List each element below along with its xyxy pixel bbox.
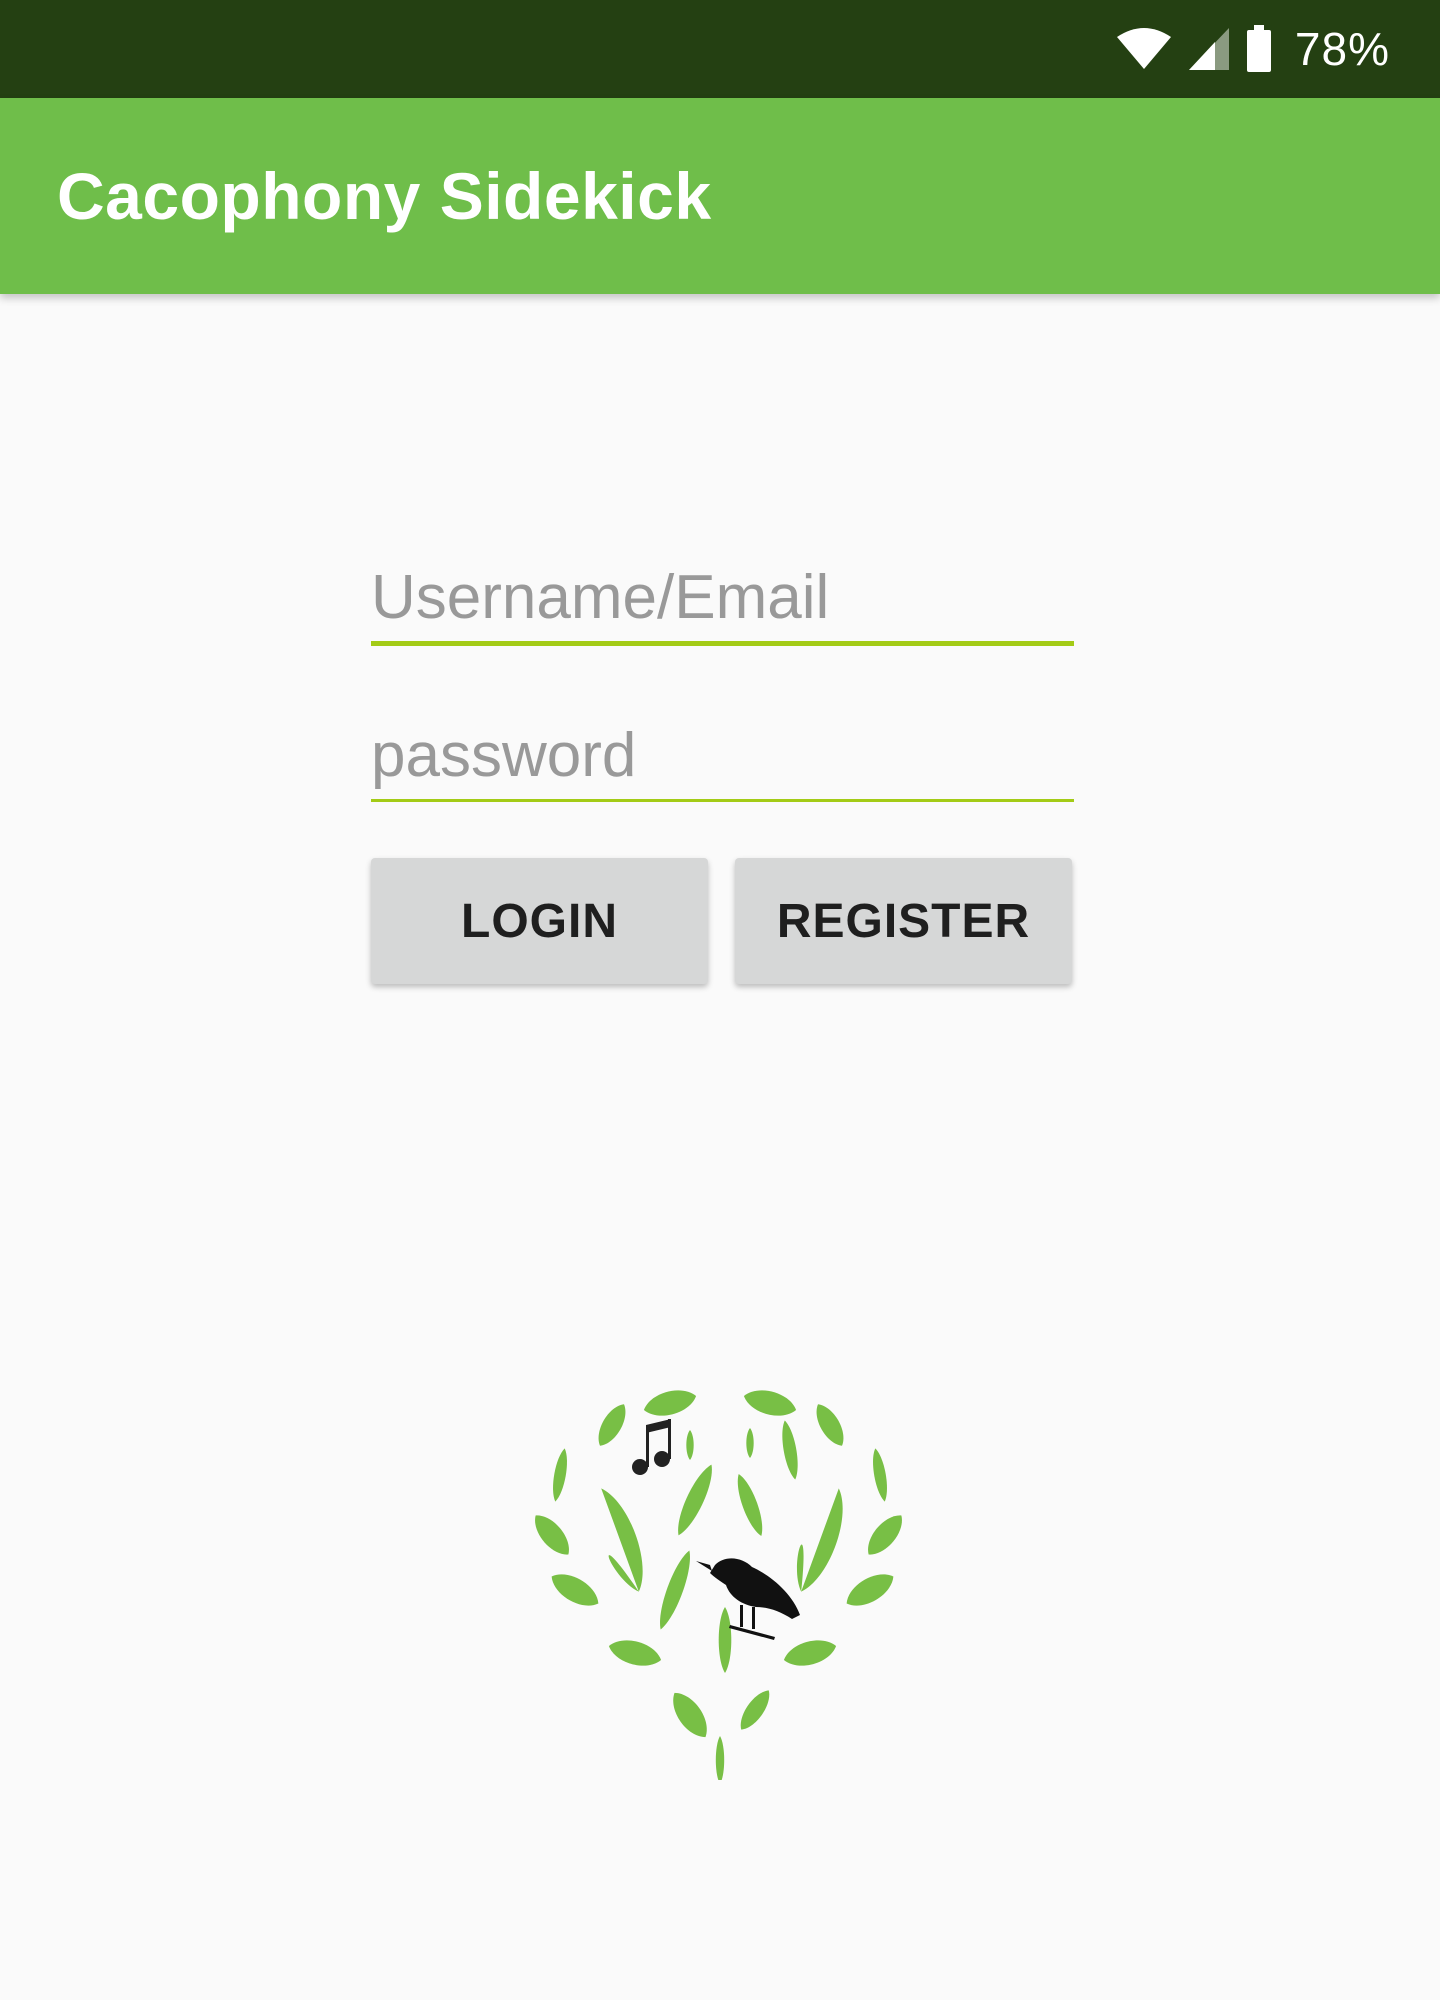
app-bar: Cacophony Sidekick: [0, 98, 1440, 294]
cellular-signal-icon: [1187, 26, 1231, 72]
password-input[interactable]: [371, 720, 1074, 802]
password-field: [371, 720, 1074, 802]
battery-icon: [1245, 25, 1273, 73]
status-bar: 78%: [0, 0, 1440, 98]
status-icons: 78%: [1115, 0, 1390, 98]
battery-percent: 78%: [1294, 23, 1390, 75]
cacophony-logo: [527, 1375, 910, 1784]
username-input[interactable]: [371, 562, 1074, 646]
login-button[interactable]: LOGIN: [371, 858, 708, 984]
username-field: [371, 562, 1074, 646]
register-button[interactable]: REGISTER: [735, 858, 1072, 984]
wifi-icon: [1115, 27, 1173, 71]
app-title: Cacophony Sidekick: [57, 159, 712, 233]
